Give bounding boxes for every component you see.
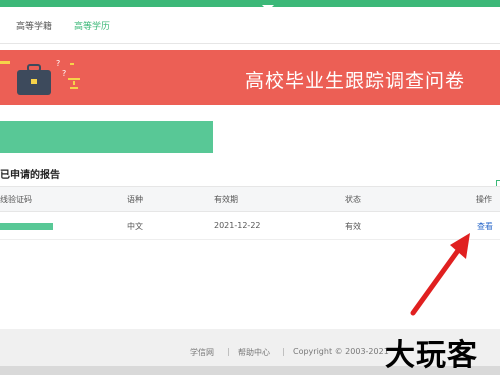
redacted-verification-code [0,223,53,230]
col-status: 状态 [345,195,361,204]
footer-separator: | [282,347,285,356]
col-verification-code: 线验证码 [0,195,32,204]
watermark-text: 大玩客 [385,338,478,373]
svg-text:?: ? [56,59,60,68]
view-report-link[interactable]: 查看 [477,221,493,232]
survey-banner[interactable]: ? ? 高校毕业生跟踪调查问卷 [0,50,500,105]
cell-language: 中文 [127,222,143,231]
col-action: 操作 [476,195,492,204]
footer-separator: | [227,347,230,356]
footer-copyright: Copyright © 2003-2021 [293,347,389,356]
col-expiry: 有效期 [214,195,238,204]
redacted-banner-block [0,121,213,153]
tab-higher-degree[interactable]: 高等学历 [74,19,110,32]
cell-expiry: 2021-12-22 [214,221,261,230]
footer-link-chsi[interactable]: 学信网 [190,347,214,358]
svg-text:?: ? [62,69,66,78]
briefcase-illustration-icon: ? ? [0,59,80,95]
top-accent-bar [0,0,500,11]
col-language: 语种 [127,195,143,204]
section-title: 已申请的报告 [0,170,60,181]
tab-bar: 高等学籍 高等学历 [0,7,500,44]
table-row: 中文 2021-12-22 有效 查看 [0,211,500,240]
tab-higher-enrollment[interactable]: 高等学籍 [16,19,52,32]
banner-title: 高校毕业生跟踪调查问卷 [244,70,465,92]
footer-link-help[interactable]: 帮助中心 [238,347,270,358]
cell-status: 有效 [345,222,361,231]
table-header: 线验证码 语种 有效期 状态 操作 [0,186,500,212]
